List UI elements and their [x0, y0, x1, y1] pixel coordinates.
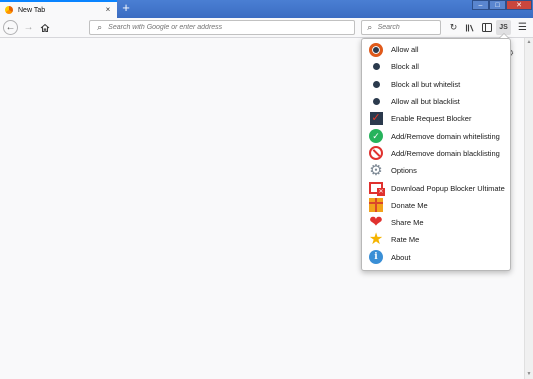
menu-item-label: Block all — [391, 62, 419, 72]
menu-item-block-all[interactable]: Block all — [362, 58, 510, 75]
info-icon: i — [369, 250, 383, 265]
check-circle-icon: ✓ — [369, 129, 383, 144]
back-arrow-icon: ← — [5, 22, 16, 33]
search-icon: ⌕ — [97, 22, 103, 32]
extension-menu: Allow all Block all Block all but whitel… — [362, 39, 510, 266]
tab-title: New Tab — [18, 6, 46, 14]
hamburger-menu-button[interactable]: ☰ — [515, 20, 530, 35]
menu-item-label: Allow all — [391, 45, 419, 55]
menu-item-donate[interactable]: Donate Me — [362, 197, 510, 214]
menu-item-block-all-but-whitelist[interactable]: Block all but whitelist — [362, 76, 510, 93]
menu-item-whitelist-domain[interactable]: ✓ Add/Remove domain whitelisting — [362, 127, 510, 144]
menu-item-label: Rate Me — [391, 235, 420, 245]
heart-icon: ❤ — [369, 213, 383, 231]
menu-item-label: Block all but whitelist — [391, 79, 461, 89]
gift-icon — [369, 198, 383, 213]
menu-item-label: About — [391, 252, 411, 262]
menu-item-allow-all[interactable]: Allow all — [362, 41, 510, 58]
gear-icon: ⚙ — [369, 161, 383, 179]
scroll-up-arrow-icon[interactable]: ▲ — [525, 38, 533, 47]
firefox-favicon-icon — [5, 6, 13, 14]
menu-item-label: Share Me — [391, 218, 424, 228]
radio-selected-icon — [369, 42, 383, 57]
extension-popup-panel: Allow all Block all Block all but whitel… — [361, 38, 511, 271]
search-input[interactable] — [377, 24, 440, 31]
radio-dot-icon — [372, 63, 380, 71]
reload-button[interactable]: ↻ — [446, 20, 461, 35]
hamburger-menu-icon: ☰ — [518, 22, 527, 33]
menu-item-download-popup-blocker[interactable]: Download Popup Blocker Ultimate — [362, 179, 510, 197]
menu-item-about[interactable]: i About — [362, 249, 510, 266]
menu-item-share[interactable]: ❤ Share Me — [362, 214, 510, 231]
maximize-button[interactable]: □ — [489, 0, 506, 10]
menu-item-label: Options — [391, 166, 417, 176]
menu-item-options[interactable]: ⚙ Options — [362, 162, 510, 179]
forward-button[interactable]: → — [21, 20, 36, 35]
back-button[interactable]: ← — [3, 20, 18, 35]
menu-item-label: Download Popup Blocker Ultimate — [391, 183, 505, 193]
address-bar[interactable]: ⌕ — [89, 20, 355, 35]
menu-item-label: Allow all but blacklist — [391, 97, 460, 107]
menu-item-enable-request-blocker[interactable]: ✓ Enable Request Blocker — [362, 110, 510, 127]
minimize-button[interactable]: – — [472, 0, 489, 10]
menu-item-label: Add/Remove domain whitelisting — [391, 131, 500, 141]
radio-dot-icon — [372, 80, 380, 88]
vertical-scrollbar[interactable]: ▲ ▼ — [524, 38, 533, 379]
popup-blocker-icon — [369, 182, 385, 197]
search-icon: ⌕ — [367, 22, 373, 32]
scroll-down-arrow-icon[interactable]: ▼ — [525, 370, 533, 379]
home-icon — [40, 23, 49, 32]
menu-item-label: Enable Request Blocker — [391, 114, 472, 124]
menu-item-blacklist-domain[interactable]: Add/Remove domain blacklisting — [362, 145, 510, 162]
library-icon — [465, 24, 474, 32]
sidebar-icon — [481, 23, 492, 32]
url-input[interactable] — [108, 24, 354, 31]
navigation-toolbar: ← → ⌕ ⌕ ↻ JS ☰ — [0, 18, 533, 38]
panel-arrow-inner — [500, 34, 508, 38]
checkbox-checked-icon: ✓ — [369, 112, 383, 126]
menu-item-label: Donate Me — [391, 200, 428, 210]
close-window-button[interactable]: ✕ — [506, 0, 532, 10]
block-circle-icon — [369, 146, 383, 161]
menu-item-label: Add/Remove domain blacklisting — [391, 148, 500, 158]
new-tab-button[interactable]: + — [119, 1, 133, 15]
reload-icon: ↻ — [449, 22, 458, 32]
tab-close-icon[interactable]: × — [103, 5, 113, 15]
title-bar: New Tab × + – □ ✕ — [0, 0, 533, 18]
radio-dot-icon — [372, 98, 380, 106]
star-icon: ★ — [368, 230, 384, 248]
home-button[interactable] — [37, 20, 52, 35]
forward-arrow-icon: → — [23, 22, 34, 33]
menu-item-rate[interactable]: ★ Rate Me — [362, 231, 510, 248]
menu-item-allow-all-but-blacklist[interactable]: Allow all but blacklist — [362, 93, 510, 110]
tab-new-tab[interactable]: New Tab × — [0, 0, 117, 18]
library-button[interactable] — [462, 20, 477, 35]
search-bar[interactable]: ⌕ — [361, 20, 441, 35]
sidebar-button[interactable] — [479, 20, 494, 35]
